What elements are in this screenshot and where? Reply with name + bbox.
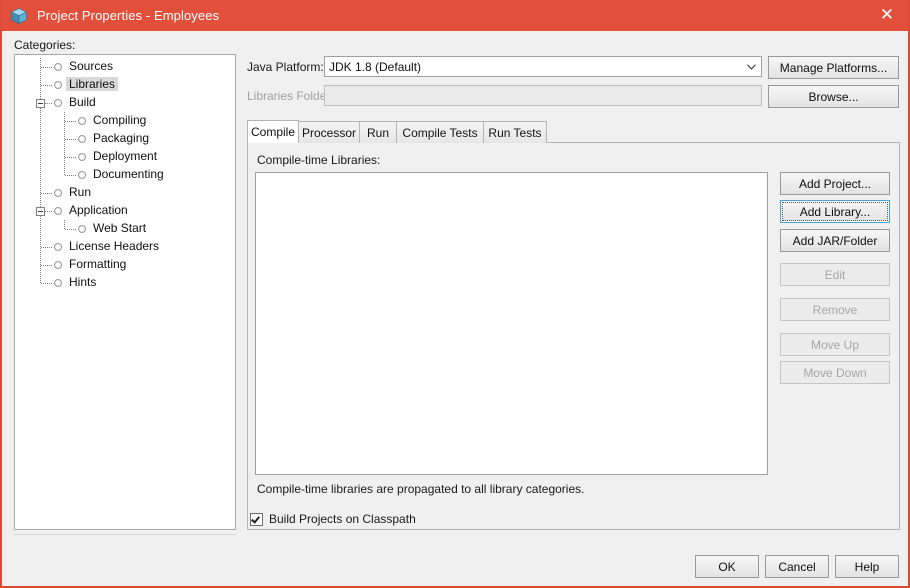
- tree-connector-line: [41, 193, 52, 194]
- checkbox-box[interactable]: [250, 512, 263, 526]
- help-button[interactable]: Help: [835, 555, 899, 578]
- active-tab-underline: [248, 142, 298, 143]
- tab-processor[interactable]: Processor: [298, 121, 360, 143]
- java-platform-select[interactable]: JDK 1.8 (Default): [324, 56, 762, 77]
- java-platform-label: Java Platform:: [247, 60, 324, 74]
- edit-button: Edit: [780, 263, 890, 286]
- compile-time-libraries-label: Compile-time Libraries:: [257, 153, 381, 167]
- checkbox-label: Build Projects on Classpath: [269, 512, 416, 526]
- project-properties-dialog: Project Properties - Employees ✕ Categor…: [0, 0, 910, 588]
- sidebar-item-license-headers[interactable]: License Headers: [69, 239, 159, 253]
- tree-expander-collapse-icon[interactable]: [36, 99, 45, 108]
- sidebar-item-hints[interactable]: Hints: [69, 275, 96, 289]
- add-library-button[interactable]: Add Library...: [780, 200, 890, 223]
- sidebar-item-web-start[interactable]: Web Start: [93, 221, 146, 235]
- button-label: Add JAR/Folder: [792, 233, 878, 248]
- close-icon[interactable]: ✕: [864, 0, 908, 31]
- remove-button: Remove: [780, 298, 890, 321]
- categories-label: Categories:: [14, 38, 76, 52]
- tree-node-icon: [54, 81, 62, 89]
- sidebar-divider: [14, 534, 236, 535]
- button-label: Add Library...: [799, 204, 871, 219]
- move-up-button: Move Up: [780, 333, 890, 356]
- sidebar-item-sources[interactable]: Sources: [69, 59, 113, 73]
- compile-time-libraries-list[interactable]: [255, 172, 768, 475]
- tree-connector-line: [65, 121, 76, 122]
- tab-run-tests[interactable]: Run Tests: [483, 121, 547, 143]
- browse-button[interactable]: Browse...: [768, 85, 899, 108]
- tree-connector-line: [41, 67, 52, 68]
- tree-connector-line: [41, 85, 52, 86]
- button-label: Add Project...: [798, 176, 872, 191]
- sidebar-item-libraries[interactable]: Libraries: [66, 77, 119, 91]
- window-title: Project Properties - Employees: [37, 8, 220, 23]
- sidebar-item-compiling[interactable]: Compiling: [93, 113, 146, 127]
- tree-connector-line: [65, 139, 76, 140]
- tree-connector-line: [65, 229, 76, 230]
- move-down-button: Move Down: [780, 361, 890, 384]
- tree-connector-line: [65, 175, 76, 176]
- tree-node-icon: [54, 63, 62, 71]
- tree-connector-line: [41, 283, 52, 284]
- libraries-folder-label: Libraries Folder:: [247, 89, 334, 103]
- tree-expander-collapse-icon[interactable]: [36, 207, 45, 216]
- add-jar-folder-button[interactable]: Add JAR/Folder: [780, 229, 890, 252]
- tree-node-icon: [54, 99, 62, 107]
- sidebar-item-build[interactable]: Build: [69, 95, 96, 109]
- tab-bar: Compile Processor Run Compile Tests Run Test…: [247, 120, 900, 143]
- button-label: Move Up: [810, 337, 860, 352]
- tree-node-icon: [54, 261, 62, 269]
- sidebar-item-formatting[interactable]: Formatting: [69, 257, 126, 271]
- cancel-button[interactable]: Cancel: [765, 555, 829, 578]
- sidebar-item-application[interactable]: Application: [69, 203, 128, 217]
- tree-node-icon: [78, 153, 86, 161]
- tab-compile[interactable]: Compile: [247, 120, 299, 143]
- button-label: Remove: [812, 302, 858, 317]
- tree-connector-line: [41, 247, 52, 248]
- tree-node-icon: [78, 171, 86, 179]
- chevron-down-icon[interactable]: [741, 57, 761, 76]
- propagation-hint: Compile-time libraries are propagated to…: [257, 482, 585, 496]
- tree-node-icon: [54, 243, 62, 251]
- java-platform-value: JDK 1.8 (Default): [329, 59, 422, 74]
- tree-node-icon: [54, 207, 62, 215]
- sidebar-item-deployment[interactable]: Deployment: [93, 149, 157, 163]
- build-projects-on-classpath-checkbox[interactable]: Build Projects on Classpath: [250, 512, 416, 526]
- categories-tree[interactable]: Sources Libraries Build Compiling Packaging D…: [14, 54, 236, 530]
- tree-connector-line: [65, 157, 76, 158]
- sidebar-item-packaging[interactable]: Packaging: [93, 131, 149, 145]
- add-project-button[interactable]: Add Project...: [780, 172, 890, 195]
- sidebar-item-documenting[interactable]: Documenting: [93, 167, 164, 181]
- button-label: Edit: [824, 267, 846, 282]
- tree-trunk-line: [40, 58, 41, 283]
- tab-compile-tests[interactable]: Compile Tests: [396, 121, 484, 143]
- tree-node-icon: [78, 117, 86, 125]
- title-bar: Project Properties - Employees ✕: [2, 0, 908, 31]
- tree-node-icon: [78, 225, 86, 233]
- tree-connector-line: [41, 265, 52, 266]
- tab-run[interactable]: Run: [359, 121, 397, 143]
- sidebar-item-run[interactable]: Run: [69, 185, 91, 199]
- libraries-folder-input[interactable]: [324, 85, 762, 106]
- tree-node-icon: [54, 189, 62, 197]
- button-label: Move Down: [803, 365, 867, 380]
- tree-branch-line: [64, 220, 65, 229]
- tree-node-icon: [54, 279, 62, 287]
- tree-node-icon: [78, 135, 86, 143]
- cube-icon: [10, 7, 28, 25]
- ok-button[interactable]: OK: [695, 555, 759, 578]
- check-icon: [251, 513, 260, 524]
- manage-platforms-button[interactable]: Manage Platforms...: [768, 56, 899, 79]
